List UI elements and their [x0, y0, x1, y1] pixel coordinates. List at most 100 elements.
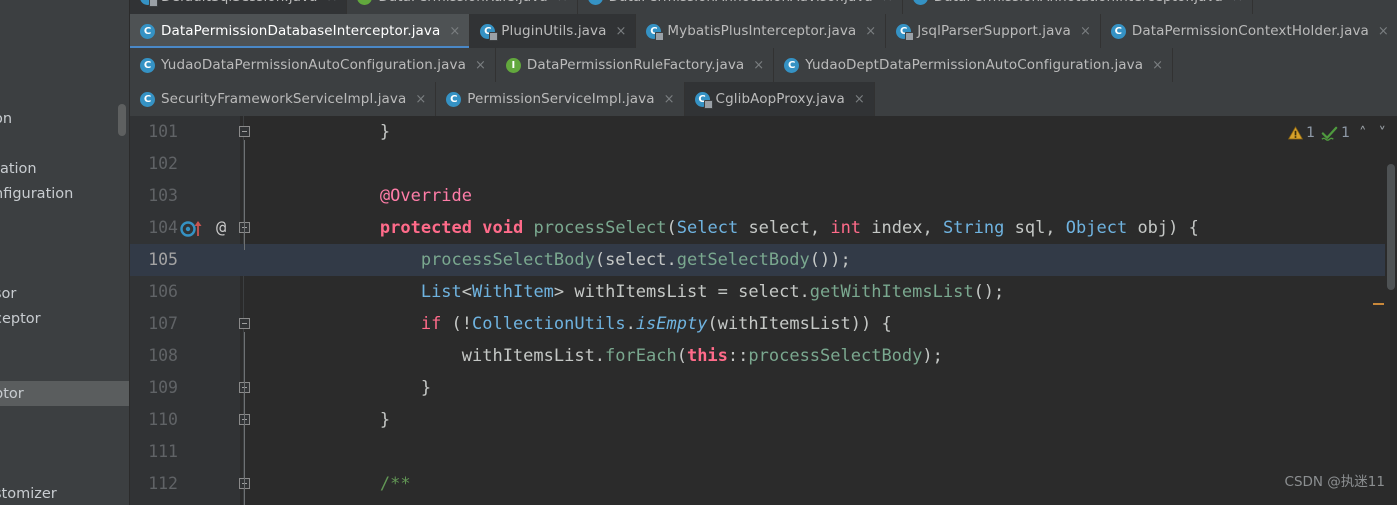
- editor-tab[interactable]: C DataPermissionAnnotationAdvisor.java ×: [577, 0, 903, 14]
- sidebar-item-label: stomizer: [0, 485, 57, 502]
- sidebar-item[interactable]: ration: [0, 156, 129, 181]
- close-icon[interactable]: ×: [1232, 0, 1243, 4]
- code-line[interactable]: 109 }: [130, 372, 1397, 404]
- code-line[interactable]: 103 @Override: [130, 180, 1397, 212]
- annotation-marker-icon[interactable]: @: [216, 218, 226, 238]
- fold-guide-line: [244, 332, 245, 505]
- close-icon[interactable]: ×: [882, 0, 893, 4]
- close-icon[interactable]: ×: [1080, 25, 1091, 38]
- editor-tab[interactable]: C CglibAopProxy.java ×: [684, 82, 875, 116]
- editor-tab-label: JsqlParserSupport.java: [917, 23, 1071, 39]
- class-locked-icon: C: [480, 23, 499, 41]
- editor-tab-label: YudaoDataPermissionAutoConfiguration.jav…: [161, 57, 466, 73]
- editor-tab[interactable]: C DataPermissionContextHolder.java ×: [1100, 14, 1397, 48]
- code-line[interactable]: 111: [130, 436, 1397, 468]
- editor-tab-label: SecurityFrameworkServiceImpl.java: [161, 91, 407, 107]
- class-icon: C: [912, 0, 928, 5]
- warning-indicator[interactable]: 1: [1288, 125, 1315, 141]
- prev-problem-icon[interactable]: ˄: [1356, 124, 1370, 142]
- editor-tab[interactable]: C MybatisPlusInterceptor.java ×: [636, 14, 887, 48]
- line-number: 101: [148, 122, 178, 141]
- code-line[interactable]: 108 withItemsList.forEach(this::processS…: [130, 340, 1397, 372]
- sidebar-scrollbar-thumb[interactable]: [118, 104, 126, 136]
- editor-tab[interactable]: C PermissionServiceImpl.java ×: [436, 82, 685, 116]
- close-icon[interactable]: ×: [449, 25, 460, 38]
- tab-row-3: C SecurityFrameworkServiceImpl.java × C Perm…: [130, 82, 875, 116]
- close-icon[interactable]: ×: [475, 59, 486, 72]
- warning-marker-stripe[interactable]: [1373, 303, 1384, 305]
- warning-triangle-icon: [1288, 126, 1304, 140]
- close-icon[interactable]: ×: [1152, 59, 1163, 72]
- editor-tab[interactable]: C YudaoDeptDataPermissionAutoConfiguratio…: [774, 48, 1174, 82]
- ok-indicator[interactable]: 1: [1321, 125, 1350, 141]
- code-text: if (!CollectionUtils.isEmpty(withItemsLi…: [420, 314, 892, 334]
- class-locked-icon: C: [694, 91, 713, 109]
- fold-guide-line: [244, 140, 245, 250]
- close-icon[interactable]: ×: [415, 93, 426, 106]
- code-text: List<WithItem> withItemsList = select.ge…: [420, 282, 1005, 302]
- close-icon[interactable]: ×: [1378, 25, 1389, 38]
- close-icon[interactable]: ×: [616, 25, 627, 38]
- warning-count: 1: [1306, 125, 1316, 141]
- sidebar-item[interactable]: on: [0, 106, 129, 131]
- class-icon: C: [140, 91, 155, 107]
- editor-scrollbar[interactable]: [1385, 116, 1397, 505]
- ide-window: on ration nfiguration sor ceptor ptor stomizer…: [0, 0, 1397, 505]
- inspection-widget[interactable]: 1 1 ˄ ˅: [1288, 124, 1389, 142]
- editor-tab-label: PermissionServiceImpl.java: [467, 91, 655, 107]
- sidebar-item[interactable]: ptor: [0, 381, 129, 406]
- editor-scrollbar-thumb[interactable]: [1387, 164, 1395, 290]
- editor-tab[interactable]: C YudaoDataPermissionAutoConfiguration.ja…: [130, 48, 496, 82]
- close-icon[interactable]: ×: [865, 25, 876, 38]
- close-icon[interactable]: ×: [664, 93, 675, 106]
- line-number: 112: [148, 474, 178, 493]
- class-locked-icon: C: [646, 23, 665, 41]
- sidebar-item-label: ceptor: [0, 310, 41, 327]
- code-line[interactable]: 110 }: [130, 404, 1397, 436]
- code-line[interactable]: 105 processSelectBody(select.getSelectBo…: [130, 244, 1397, 276]
- code-fold-toggle[interactable]: [237, 124, 252, 139]
- line-number: 104: [148, 218, 178, 237]
- editor-tab-label: DataPermissionDatabaseInterceptor.java: [161, 23, 441, 39]
- close-icon[interactable]: ×: [753, 59, 764, 72]
- editor-tab[interactable]: C JsqlParserSupport.java ×: [886, 14, 1101, 48]
- interface-icon: I: [505, 57, 521, 73]
- code-line[interactable]: 112 /**: [130, 468, 1397, 500]
- editor-tab-label: DataPermissionRule.java: [378, 0, 547, 5]
- sidebar-item[interactable]: ceptor: [0, 306, 129, 331]
- override-marker-icon[interactable]: [180, 218, 214, 238]
- editor-tab[interactable]: CDefaultSqlSession.java ×: [130, 0, 348, 14]
- sidebar-item[interactable]: stomizer: [0, 481, 129, 505]
- sidebar-item[interactable]: sor: [0, 281, 129, 306]
- sidebar-item-label: on: [0, 110, 13, 127]
- code-text: /**: [379, 474, 411, 494]
- editor-tab[interactable]: C SecurityFrameworkServiceImpl.java ×: [130, 82, 437, 116]
- editor-tab[interactable]: C PluginUtils.java ×: [470, 14, 637, 48]
- code-line[interactable]: 106 List<WithItem> withItemsList = selec…: [130, 276, 1397, 308]
- close-icon[interactable]: ×: [854, 93, 865, 106]
- tab-row-0: CDefaultSqlSession.java×IDataPermissionR…: [130, 0, 1253, 14]
- editor-tab[interactable]: I DataPermissionRule.java ×: [347, 0, 578, 14]
- class-icon: C: [140, 57, 155, 73]
- line-number: 111: [148, 442, 178, 461]
- editor-tab[interactable]: C DataPermissionAnnotationInterceptor.jav…: [902, 0, 1253, 14]
- line-number: 106: [148, 282, 178, 301]
- checkmark-icon: [1321, 126, 1338, 141]
- code-editor[interactable]: 101 } 102 103 @Override 104 @ protected void…: [130, 116, 1397, 505]
- code-line[interactable]: 107 if (!CollectionUtils.isEmpty(withIte…: [130, 308, 1397, 340]
- close-icon[interactable]: ×: [327, 0, 338, 4]
- line-number: 109: [148, 378, 178, 397]
- code-lines: 101 } 102 103 @Override 104 @ protected void…: [130, 116, 1397, 500]
- next-problem-icon[interactable]: ˅: [1376, 124, 1390, 142]
- watermark: CSDN @执迷11: [1284, 474, 1385, 490]
- code-fold-toggle[interactable]: [237, 316, 252, 331]
- code-line[interactable]: 101 }: [130, 116, 1397, 148]
- editor-tab[interactable]: C DataPermissionDatabaseInterceptor.java ×: [130, 14, 471, 48]
- sidebar-item[interactable]: nfiguration: [0, 181, 129, 206]
- sidebar-item-label: ration: [0, 160, 37, 177]
- code-line[interactable]: 102: [130, 148, 1397, 180]
- code-line[interactable]: 104 @ protected void processSelect(Select…: [130, 212, 1397, 244]
- close-icon[interactable]: ×: [557, 0, 568, 4]
- editor-tab[interactable]: I DataPermissionRuleFactory.java ×: [495, 48, 775, 82]
- editor-tab-label: DefaultSqlSession.java: [161, 0, 318, 5]
